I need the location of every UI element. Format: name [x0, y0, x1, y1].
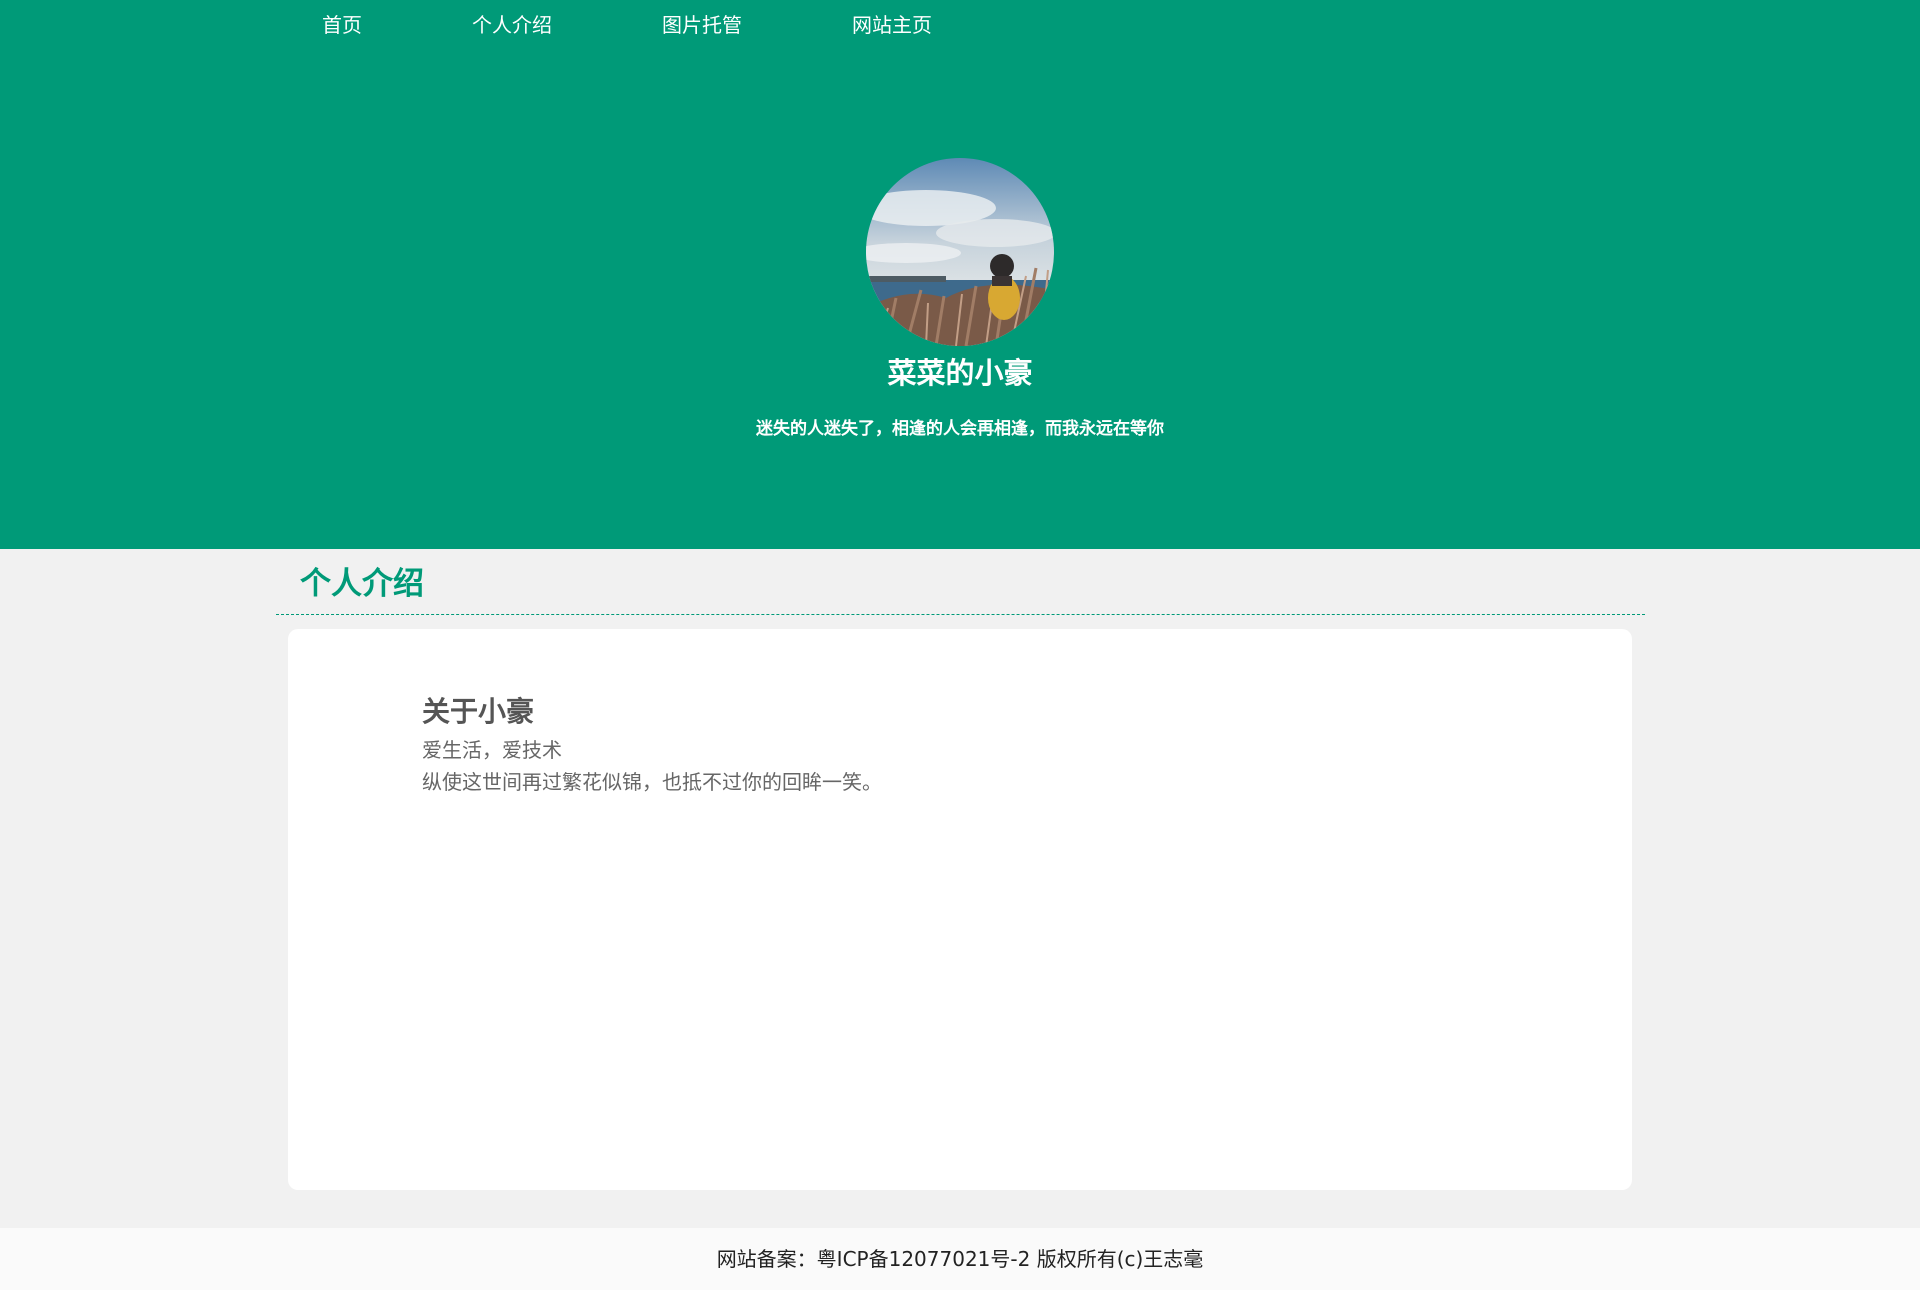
about-card: 关于小豪 爱生活，爱技术 纵使这世间再过繁花似锦，也抵不过你的回眸一笑。 [288, 629, 1632, 1190]
top-nav: 首页 个人介绍 图片托管 网站主页 [300, 8, 1020, 42]
site-title: 菜菜的小豪 [887, 356, 1033, 390]
hero-banner: 首页 个人介绍 图片托管 网站主页 菜菜的小豪 迷失的人迷失了，相逢的人会再相逢… [0, 0, 1920, 549]
section-title: 个人介绍 [300, 566, 424, 602]
nav-item-site-home[interactable]: 网站主页 [830, 8, 954, 42]
avatar-image [866, 158, 1054, 346]
avatar [866, 158, 1054, 346]
site-motto: 迷失的人迷失了，相逢的人会再相逢，而我永远在等你 [756, 419, 1164, 439]
about-title: 关于小豪 [422, 695, 535, 728]
about-line-2: 纵使这世间再过繁花似锦，也抵不过你的回眸一笑。 [422, 770, 882, 794]
nav-item-image-hosting[interactable]: 图片托管 [640, 8, 764, 42]
nav-item-home[interactable]: 首页 [300, 8, 384, 42]
footer-copyright: 网站备案：粤ICP备12077021号-2 版权所有(c)王志毫 [716, 1247, 1204, 1271]
section-header: 个人介绍 [276, 558, 1645, 615]
nav-item-about[interactable]: 个人介绍 [450, 8, 574, 42]
about-line-1: 爱生活，爱技术 [422, 738, 562, 762]
footer: 网站备案：粤ICP备12077021号-2 版权所有(c)王志毫 [0, 1228, 1920, 1290]
